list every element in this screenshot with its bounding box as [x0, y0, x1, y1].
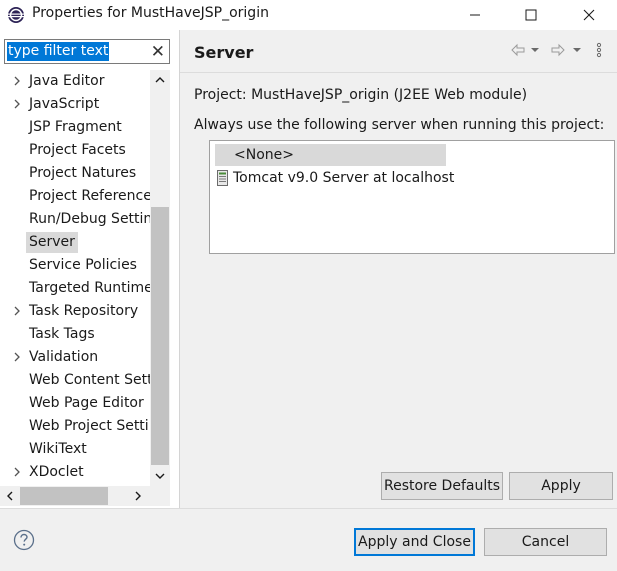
horizontal-scroll-thumb[interactable]: [20, 487, 108, 505]
window-title: Properties for MustHaveJSP_origin: [32, 5, 269, 21]
page-title: Server: [194, 43, 254, 62]
expand-chevron-icon[interactable]: [10, 97, 24, 111]
maximize-icon: [525, 9, 537, 21]
server-properties-page: Server Project: MustHaveJSP_origin (J2EE…: [180, 30, 617, 508]
tree-item-run-debug-settings[interactable]: Run/Debug Settings: [0, 208, 150, 231]
server-list: <None> Tomcat v9.0 Server at localhost: [209, 140, 615, 254]
tree-item-wikitext[interactable]: WikiText: [0, 438, 150, 461]
expand-chevron-icon[interactable]: [10, 465, 24, 479]
chevron-down-icon: [155, 473, 165, 479]
project-info: Project: MustHaveJSP_origin (J2EE Web mo…: [194, 87, 528, 103]
minimize-icon: [470, 14, 480, 16]
close-icon: [583, 9, 595, 21]
category-tree: Java Editor JavaScript JSP Fragment Project…: [0, 70, 150, 486]
filter-input[interactable]: type filter text ✕: [4, 39, 170, 64]
eclipse-app-icon: [8, 7, 24, 23]
tomcat-server-icon: [217, 170, 228, 186]
server-option-none[interactable]: <None>: [215, 144, 446, 166]
tree-item-label: Task Tags: [29, 326, 95, 342]
server-option-tomcat[interactable]: Tomcat v9.0 Server at localhost: [215, 167, 454, 189]
tree-item-label: Task Repository: [29, 303, 139, 319]
more-options-icon[interactable]: [596, 42, 602, 58]
tree-item-server[interactable]: Server: [0, 231, 150, 254]
tree-item-xdoclet[interactable]: XDoclet: [0, 461, 150, 484]
forward-dropdown-icon[interactable]: [572, 42, 582, 58]
tree-item-web-project-settings[interactable]: Web Project Settings: [0, 415, 150, 438]
apply-button[interactable]: Apply: [509, 472, 613, 500]
tree-item-java-editor[interactable]: Java Editor: [0, 70, 150, 93]
tree-item-label: JavaScript: [29, 96, 100, 112]
expand-chevron-icon[interactable]: [10, 74, 24, 88]
tree-item-project-natures[interactable]: Project Natures: [0, 162, 150, 185]
category-pane: type filter text ✕ Java Editor JavaScript…: [0, 30, 180, 508]
tree-item-label: WikiText: [29, 441, 87, 457]
back-dropdown-icon[interactable]: [530, 42, 540, 58]
tree-item-label: Java Editor: [29, 73, 105, 89]
tree-item-label: Validation: [29, 349, 99, 365]
tree-item-label: XDoclet: [29, 464, 84, 480]
title-bar: Properties for MustHaveJSP_origin: [0, 0, 617, 30]
server-option-tomcat-label: Tomcat v9.0 Server at localhost: [233, 170, 455, 186]
tree-item-web-content-settings[interactable]: Web Content Settings: [0, 369, 150, 392]
tree-item-label: Web Page Editor: [29, 395, 144, 411]
tree-item-web-page-editor[interactable]: Web Page Editor: [0, 392, 150, 415]
restore-defaults-button[interactable]: Restore Defaults: [381, 472, 503, 500]
scroll-right-button[interactable]: [128, 486, 148, 506]
expand-chevron-icon[interactable]: [10, 350, 24, 364]
tree-item-label: Server: [26, 232, 78, 253]
tree-item-label: Web Project Settings: [29, 418, 150, 434]
tree-item-task-tags[interactable]: Task Tags: [0, 323, 150, 346]
minimize-button[interactable]: [452, 0, 498, 30]
header-separator: [180, 72, 617, 73]
scroll-down-button[interactable]: [150, 466, 170, 486]
scrollbar-corner: [150, 486, 170, 506]
tree-item-targeted-runtimes[interactable]: Targeted Runtimes: [0, 277, 150, 300]
tree-item-label: Project Facets: [29, 142, 126, 158]
filter-text-selected[interactable]: type filter text: [7, 42, 110, 61]
tree-item-service-policies[interactable]: Service Policies: [0, 254, 150, 277]
expand-chevron-icon[interactable]: [10, 304, 24, 318]
server-list-label: Always use the following server when run…: [194, 117, 605, 133]
tree-item-label: Project Natures: [29, 165, 137, 181]
back-arrow-icon[interactable]: [510, 42, 526, 58]
apply-and-close-button[interactable]: Apply and Close: [354, 528, 475, 556]
tree-item-project-references[interactable]: Project References: [0, 185, 150, 208]
tree-item-label: Web Content Settings: [29, 372, 150, 388]
forward-arrow-icon[interactable]: [550, 42, 566, 58]
maximize-button[interactable]: [508, 0, 554, 30]
tree-item-validation[interactable]: Validation: [0, 346, 150, 369]
chevron-up-icon: [155, 77, 165, 83]
chevron-left-icon: [7, 491, 13, 501]
tree-item-label: JSP Fragment: [29, 119, 122, 135]
vertical-scroll-thumb[interactable]: [151, 207, 169, 465]
tree-vertical-scrollbar[interactable]: [150, 70, 170, 486]
cancel-button[interactable]: Cancel: [484, 528, 607, 556]
tree-item-label: Project References: [29, 188, 150, 204]
help-icon[interactable]: [13, 529, 35, 551]
chevron-right-icon: [135, 491, 141, 501]
tree-item-project-facets[interactable]: Project Facets: [0, 139, 150, 162]
tree-horizontal-scrollbar[interactable]: [0, 486, 150, 506]
tree-item-label: Run/Debug Settings: [29, 211, 150, 227]
tree-item-label: Service Policies: [29, 257, 137, 273]
close-window-button[interactable]: [566, 0, 612, 30]
clear-filter-icon[interactable]: ✕: [151, 41, 165, 63]
tree-item-task-repository[interactable]: Task Repository: [0, 300, 150, 323]
tree-item-jsp-fragment[interactable]: JSP Fragment: [0, 116, 150, 139]
scroll-left-button[interactable]: [0, 486, 20, 506]
dialog-footer: Apply and Close Cancel: [0, 508, 617, 571]
tree-item-label: Targeted Runtimes: [29, 280, 150, 296]
tree-item-javascript[interactable]: JavaScript: [0, 93, 150, 116]
scroll-up-button[interactable]: [150, 70, 170, 90]
